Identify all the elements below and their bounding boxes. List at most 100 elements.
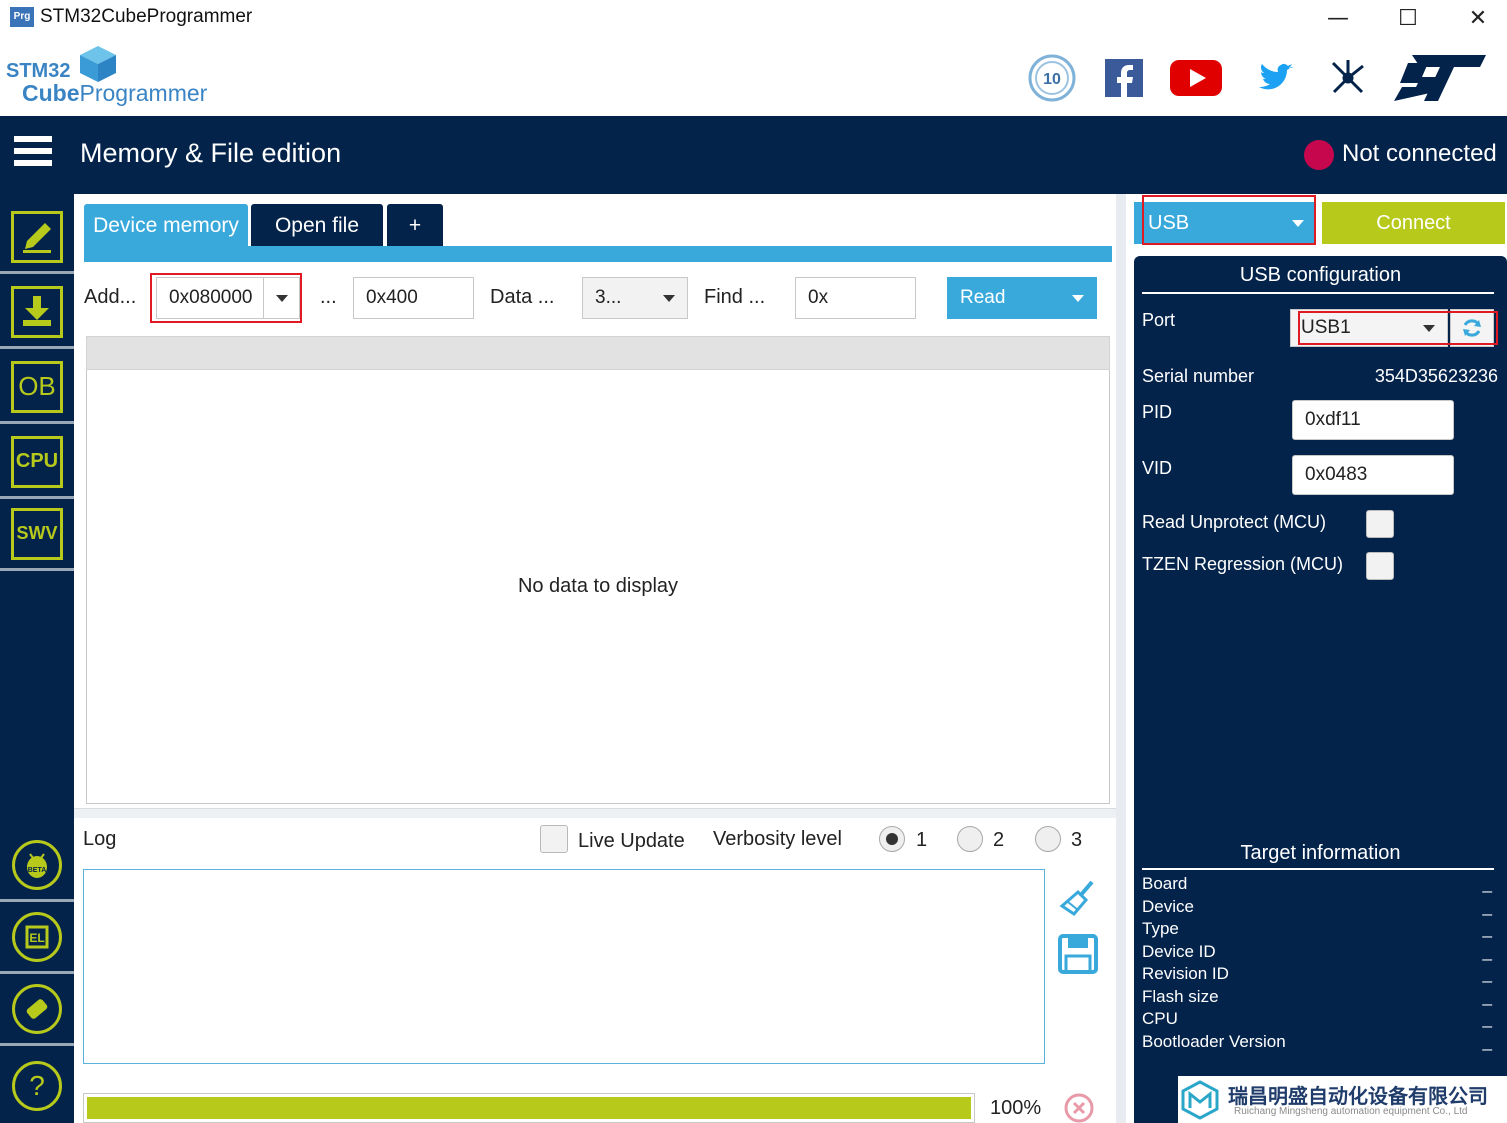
sidebar-item-option-bytes[interactable]: OB bbox=[0, 352, 74, 424]
sidebar-item-erasing-programming[interactable] bbox=[0, 202, 74, 274]
sidebar-item-key[interactable] bbox=[0, 974, 74, 1046]
memory-view[interactable]: No data to display bbox=[86, 370, 1110, 804]
target-information-title: Target information bbox=[1240, 842, 1401, 864]
data-width-select[interactable]: 3... bbox=[582, 277, 688, 319]
target-row-flash-size: Flash size _ bbox=[1142, 987, 1492, 1006]
empty-message: No data to display bbox=[517, 575, 679, 597]
target-row-device-id: Device ID _ bbox=[1142, 942, 1492, 961]
cube-icon bbox=[80, 46, 116, 82]
page-title: Memory & File edition bbox=[80, 138, 342, 168]
target-row-cpu: CPU _ bbox=[1142, 1009, 1492, 1028]
beta-bug-icon: BETA bbox=[12, 839, 62, 890]
save-log-icon[interactable] bbox=[1058, 934, 1098, 974]
tab-add[interactable]: + bbox=[387, 204, 443, 248]
read-button[interactable]: Read bbox=[947, 277, 1097, 319]
sidebar-item-swv[interactable]: SWV bbox=[0, 499, 74, 571]
chevron-down-icon[interactable] bbox=[1060, 278, 1096, 318]
target-row-board: Board _ bbox=[1142, 874, 1492, 893]
st-logo-icon[interactable] bbox=[1394, 54, 1486, 102]
sidebar-item-beta[interactable]: BETA bbox=[0, 830, 74, 902]
swv-icon: SWV bbox=[11, 507, 63, 560]
connection-panel: USB Connect USB configuration Port USB1 … bbox=[1126, 194, 1507, 1123]
panel-separator bbox=[1116, 194, 1126, 1123]
target-row-revision-id: Revision ID _ bbox=[1142, 964, 1492, 983]
company-name-en: Ruichang Mingsheng automation equipment … bbox=[1234, 1106, 1468, 1117]
divider bbox=[1142, 868, 1494, 870]
download-icon bbox=[11, 285, 63, 338]
memory-table-header bbox=[86, 336, 1110, 370]
tab-open-file[interactable]: Open file bbox=[251, 204, 383, 248]
verbosity-radio-3[interactable] bbox=[1035, 826, 1061, 852]
panel-splitter[interactable] bbox=[74, 808, 1116, 818]
st-community-icon[interactable] bbox=[1322, 54, 1374, 102]
read-unprotect-label: Read Unprotect (MCU) bbox=[1142, 512, 1327, 532]
company-watermark: 瑞昌明盛自动化设备有限公司 Ruichang Mingsheng automat… bbox=[1178, 1076, 1507, 1123]
verbosity-radio-1[interactable] bbox=[879, 826, 905, 852]
app-icon: Prg bbox=[10, 7, 34, 27]
serial-number-label: Serial number bbox=[1142, 366, 1255, 386]
address-highlight bbox=[150, 273, 302, 323]
window-titlebar: Prg STM32CubeProgrammer — ☐ ✕ bbox=[0, 0, 1507, 36]
verbosity-radio-2[interactable] bbox=[957, 826, 983, 852]
left-sidebar: OB CPU SWV BETA EL ? bbox=[0, 194, 74, 1123]
log-text-area[interactable] bbox=[83, 869, 1045, 1064]
facebook-icon[interactable] bbox=[1098, 54, 1150, 102]
target-row-bootloader-version: Bootloader Version _ bbox=[1142, 1032, 1492, 1051]
vid-input[interactable]: 0x0483 bbox=[1292, 455, 1454, 495]
divider bbox=[1142, 292, 1494, 294]
cancel-circle-icon[interactable] bbox=[1063, 1092, 1095, 1123]
usb-configuration-title: USB configuration bbox=[1239, 264, 1402, 286]
live-update-label: Live Update bbox=[578, 830, 685, 852]
youtube-icon[interactable] bbox=[1170, 54, 1222, 102]
connection-status-dot bbox=[1304, 140, 1334, 170]
sidebar-item-cpu[interactable]: CPU bbox=[0, 427, 74, 499]
log-title: Log bbox=[83, 828, 117, 850]
cpu-icon: CPU bbox=[11, 435, 63, 488]
port-label: Port bbox=[1142, 310, 1176, 330]
find-input[interactable]: 0x bbox=[795, 277, 916, 319]
sidebar-item-help[interactable]: ? bbox=[0, 1050, 74, 1122]
sidebar-item-download[interactable] bbox=[0, 277, 74, 349]
read-unprotect-checkbox[interactable] bbox=[1366, 510, 1394, 538]
serial-number-value: 354D35623236 bbox=[1374, 366, 1498, 386]
pid-input[interactable]: 0xdf11 bbox=[1292, 400, 1454, 440]
menu-icon[interactable] bbox=[14, 136, 52, 172]
target-row-device: Device _ bbox=[1142, 897, 1492, 916]
live-update-checkbox[interactable] bbox=[540, 825, 568, 853]
help-icon: ? bbox=[12, 1061, 62, 1111]
connection-status-text: Not connected bbox=[1342, 140, 1497, 167]
ob-icon: OB bbox=[11, 360, 63, 413]
app-header: Memory & File edition Not connected bbox=[0, 116, 1507, 194]
tzen-regression-checkbox[interactable] bbox=[1366, 552, 1394, 580]
stm32cubeprogrammer-logo: STM32 CubeProgrammer bbox=[6, 44, 207, 112]
close-window-button[interactable]: ✕ bbox=[1450, 0, 1506, 36]
main-area: Device memory Open file + Add... 0x08000… bbox=[74, 194, 1116, 1123]
maximize-button[interactable]: ☐ bbox=[1380, 0, 1436, 36]
tab-device-memory[interactable]: Device memory bbox=[84, 204, 248, 248]
progress-percent: 100% bbox=[990, 1097, 1042, 1119]
progress-fill bbox=[87, 1097, 971, 1119]
chevron-down-icon[interactable] bbox=[651, 278, 687, 318]
target-row-type: Type _ bbox=[1142, 919, 1492, 938]
key-icon bbox=[12, 983, 62, 1034]
clear-log-broom-icon[interactable] bbox=[1058, 878, 1098, 918]
address-label: Add... bbox=[84, 286, 137, 308]
data-width-label: Data ... bbox=[490, 286, 555, 308]
twitter-icon[interactable] bbox=[1250, 54, 1302, 102]
tab-underline bbox=[84, 246, 1112, 262]
verbosity-option-3: 3 bbox=[1071, 829, 1083, 851]
external-loader-icon: EL bbox=[12, 911, 62, 962]
tzen-regression-label: TZEN Regression (MCU) bbox=[1142, 554, 1344, 574]
company-logo-icon bbox=[1181, 1080, 1219, 1120]
svg-text:BETA: BETA bbox=[28, 867, 47, 874]
interface-highlight bbox=[1142, 195, 1316, 245]
edit-pencil-icon bbox=[11, 210, 63, 263]
connect-button[interactable]: Connect bbox=[1322, 202, 1505, 244]
verbosity-option-1: 1 bbox=[916, 829, 928, 851]
sidebar-item-el[interactable]: EL bbox=[0, 902, 74, 974]
st-10-years-icon[interactable]: 10 bbox=[1026, 54, 1078, 102]
size-input[interactable]: 0x400 bbox=[353, 277, 474, 319]
verbosity-option-2: 2 bbox=[993, 829, 1005, 851]
svg-text:EL: EL bbox=[29, 931, 44, 945]
minimize-button[interactable]: — bbox=[1310, 0, 1366, 36]
